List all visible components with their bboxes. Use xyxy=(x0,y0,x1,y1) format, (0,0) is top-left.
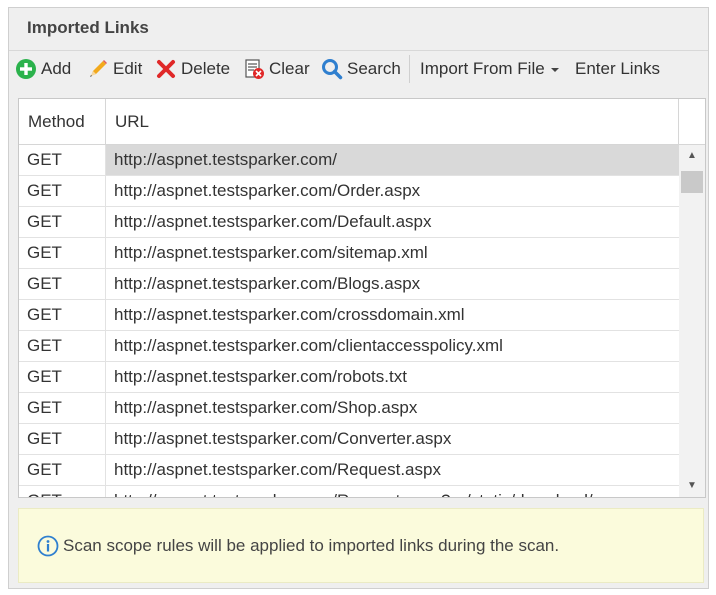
scroll-down-icon[interactable]: ▼ xyxy=(679,475,705,497)
add-icon xyxy=(16,59,36,79)
delete-button[interactable]: Delete xyxy=(155,56,230,82)
grid-rows: GET http://aspnet.testsparker.com/ GET h… xyxy=(19,145,679,497)
method-cell: GET xyxy=(19,176,106,206)
table-row[interactable]: GET http://aspnet.testsparker.com/Reques… xyxy=(19,486,679,497)
url-cell: http://aspnet.testsparker.com/Request.as… xyxy=(114,460,441,479)
method-cell: GET xyxy=(19,393,106,423)
toolbar-separator xyxy=(409,55,410,83)
table-row[interactable]: GET http://aspnet.testsparker.com/crossd… xyxy=(19,300,679,331)
method-cell: GET xyxy=(19,362,106,392)
url-cell: http://aspnet.testsparker.com/clientacce… xyxy=(114,336,503,355)
method-cell: GET xyxy=(19,269,106,299)
table-row[interactable]: GET http://aspnet.testsparker.com/robots… xyxy=(19,362,679,393)
table-row[interactable]: GET http://aspnet.testsparker.com/Conver… xyxy=(19,424,679,455)
table-row[interactable]: GET http://aspnet.testsparker.com/sitema… xyxy=(19,238,679,269)
toolbar: Add Edit Delete Clear Search Import From… xyxy=(9,50,708,87)
table-row[interactable]: GET http://aspnet.testsparker.com/Blogs.… xyxy=(19,269,679,300)
table-row[interactable]: GET http://aspnet.testsparker.com/Defaul… xyxy=(19,207,679,238)
panel-title: Imported Links xyxy=(27,18,149,37)
method-cell: GET xyxy=(19,424,106,454)
column-header-method[interactable]: Method xyxy=(19,99,106,144)
method-cell: GET xyxy=(19,331,106,361)
table-row[interactable]: GET http://aspnet.testsparker.com/ xyxy=(19,145,679,176)
url-cell: http://aspnet.testsparker.com/Default.as… xyxy=(114,212,432,231)
clear-label: Clear xyxy=(269,59,310,78)
search-button[interactable]: Search xyxy=(321,56,401,82)
delete-label: Delete xyxy=(181,59,231,78)
info-banner: Scan scope rules will be applied to impo… xyxy=(18,508,704,583)
edit-label: Edit xyxy=(113,59,143,78)
table-row[interactable]: GET http://aspnet.testsparker.com/Reques… xyxy=(19,455,679,486)
table-row[interactable]: GET http://aspnet.testsparker.com/Shop.a… xyxy=(19,393,679,424)
method-cell: GET xyxy=(19,145,106,175)
method-cell: GET xyxy=(19,238,106,268)
url-cell: http://aspnet.testsparker.com/robots.txt xyxy=(114,367,407,386)
edit-button[interactable]: Edit xyxy=(87,56,142,82)
enter-links-button[interactable]: Enter Links xyxy=(575,56,660,82)
delete-icon xyxy=(157,60,175,78)
info-message: Scan scope rules will be applied to impo… xyxy=(63,536,560,555)
method-cell: GET xyxy=(19,300,106,330)
add-label: Add xyxy=(41,59,72,78)
method-cell: GET xyxy=(19,486,106,497)
table-row[interactable]: GET http://aspnet.testsparker.com/client… xyxy=(19,331,679,362)
url-cell: http://aspnet.testsparker.com/Blogs.aspx xyxy=(114,274,421,293)
url-cell: http://aspnet.testsparker.com/Order.aspx xyxy=(114,181,421,200)
enter-links-label: Enter Links xyxy=(575,59,661,78)
vertical-scrollbar[interactable]: ▲ ▼ xyxy=(679,145,705,497)
url-cell: http://aspnet.testsparker.com/Shop.aspx xyxy=(114,398,418,417)
url-cell: http://aspnet.testsparker.com/Converter.… xyxy=(114,429,452,448)
import-from-file-label: Import From File xyxy=(420,59,545,78)
imported-links-panel: Imported Links Add Edit Delete Clear Sea… xyxy=(8,7,709,589)
clear-button[interactable]: Clear xyxy=(243,56,310,82)
column-header-url[interactable]: URL xyxy=(106,99,679,144)
method-cell: GET xyxy=(19,455,106,485)
add-button[interactable]: Add xyxy=(15,56,71,82)
grid-header: Method URL xyxy=(19,99,705,145)
scroll-up-icon[interactable]: ▲ xyxy=(679,145,705,167)
chevron-down-icon xyxy=(550,68,559,72)
info-icon xyxy=(37,535,59,557)
search-icon xyxy=(322,59,343,80)
clear-list-icon xyxy=(245,59,264,79)
import-from-file-dropdown[interactable]: Import From File xyxy=(420,56,559,82)
url-cell: http://aspnet.testsparker.com/crossdomai… xyxy=(114,305,465,324)
url-cell: http://aspnet.testsparker.com/ xyxy=(106,145,679,175)
pencil-icon xyxy=(90,60,107,77)
url-cell: http://aspnet.testsparker.com/sitemap.xm… xyxy=(114,243,428,262)
links-grid[interactable]: Method URL GET http://aspnet.testsparker… xyxy=(18,98,706,498)
table-row[interactable]: GET http://aspnet.testsparker.com/Order.… xyxy=(19,176,679,207)
search-label: Search xyxy=(347,59,401,78)
scrollbar-thumb[interactable] xyxy=(681,171,703,193)
method-cell: GET xyxy=(19,207,106,237)
url-cell: http://aspnet.testsparker.com/Request.as… xyxy=(106,486,679,497)
